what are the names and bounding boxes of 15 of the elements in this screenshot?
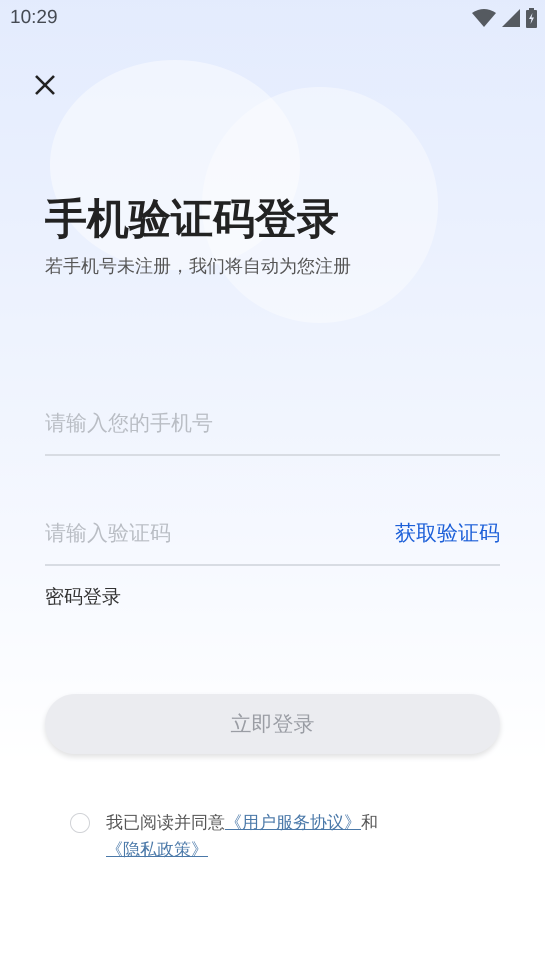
close-icon: [34, 74, 56, 96]
signal-icon: [502, 9, 520, 27]
page-title: 手机验证码登录: [45, 194, 340, 244]
password-login-link[interactable]: 密码登录: [45, 584, 121, 610]
user-agreement-link[interactable]: 《用户服务协议》: [225, 813, 361, 834]
page-subtitle: 若手机号未注册，我们将自动为您注册: [45, 255, 352, 278]
battery-icon: [526, 8, 537, 28]
status-time: 10:29: [10, 7, 58, 29]
agreement-checkbox[interactable]: [70, 813, 90, 834]
agreement-text: 我已阅读并同意《用户服务协议》和 《隐私政策》: [106, 812, 379, 862]
wifi-icon: [472, 9, 496, 27]
phone-input-field[interactable]: 请输入您的手机号: [45, 392, 500, 456]
privacy-policy-link[interactable]: 《隐私政策》: [106, 840, 208, 860]
get-code-link[interactable]: 获取验证码: [395, 519, 500, 548]
code-input-field[interactable]: 请输入验证码 获取验证码: [45, 502, 500, 566]
